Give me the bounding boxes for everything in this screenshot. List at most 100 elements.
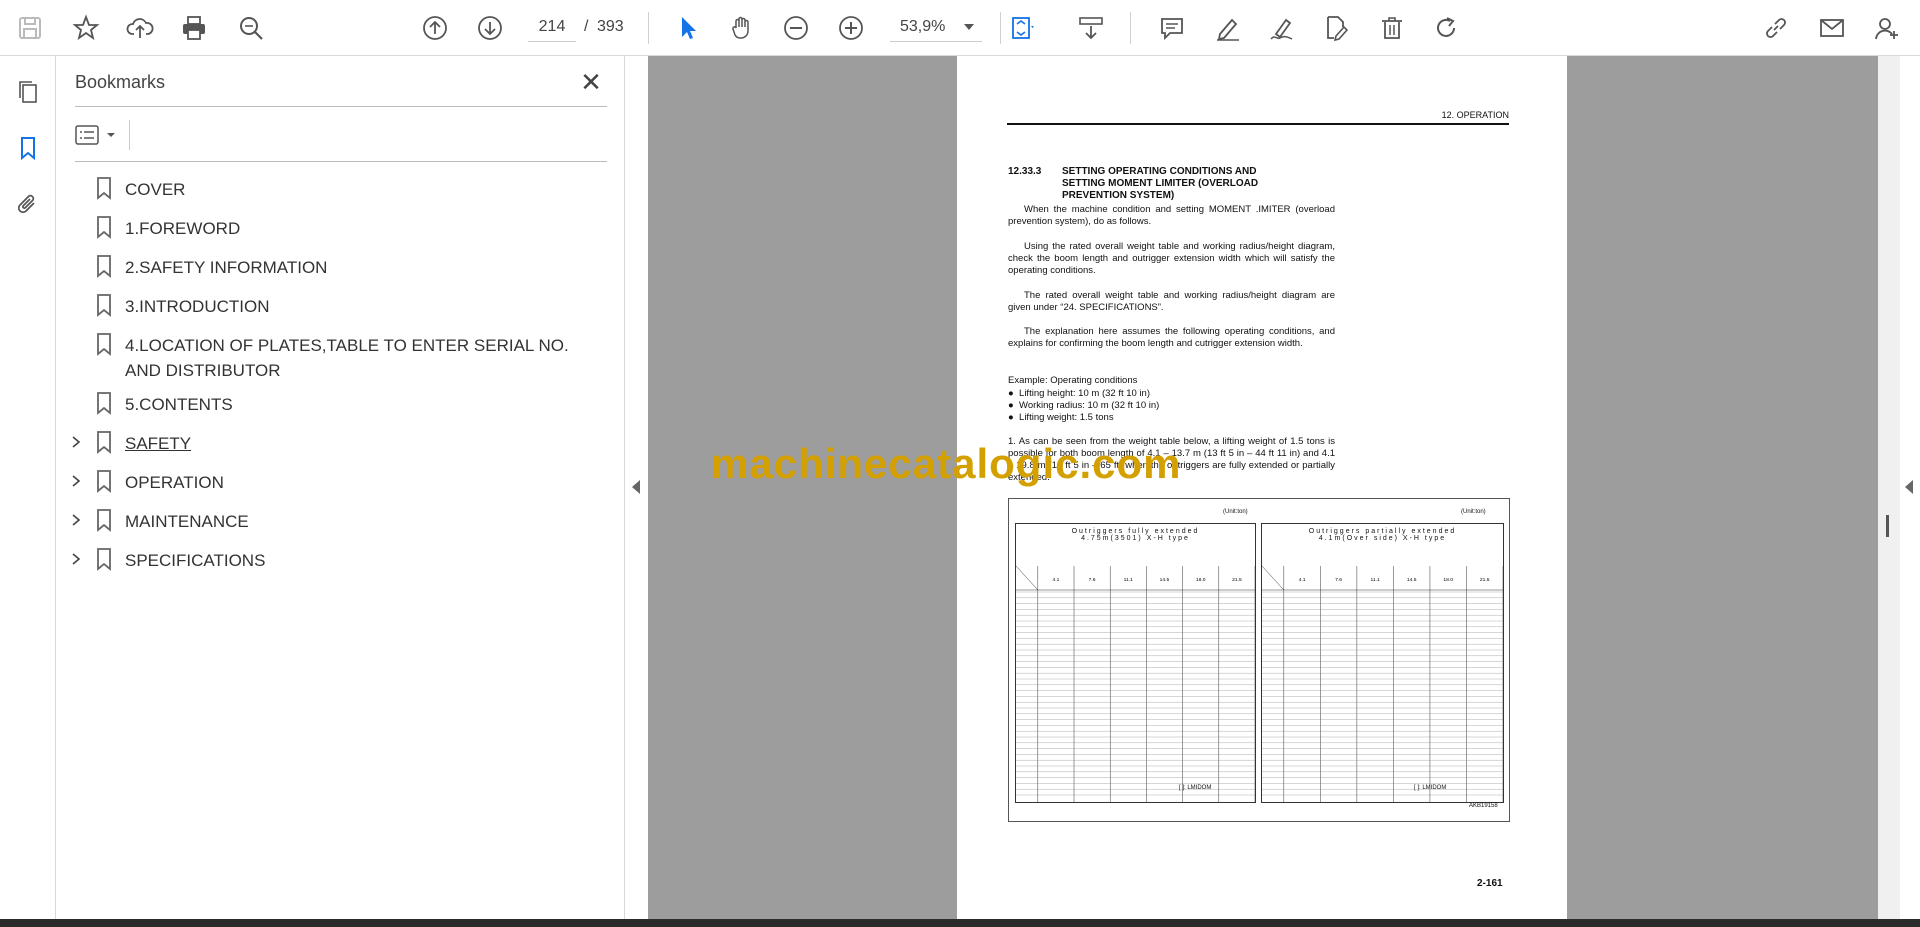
- left-navigation-rail: [0, 56, 56, 919]
- share-link-icon[interactable]: [1758, 10, 1794, 46]
- scrollbar-thumb[interactable]: [1886, 515, 1889, 537]
- page-fit-icon[interactable]: [1004, 10, 1040, 46]
- next-page-icon[interactable]: [472, 10, 508, 46]
- section-title: SETTING OPERATING CONDITIONS AND SETTING…: [1062, 166, 1259, 201]
- chevron-right-icon[interactable]: [71, 434, 83, 448]
- paragraph: The rated overall weight table and worki…: [1008, 290, 1335, 313]
- paragraph: Using the rated overall weight table and…: [1008, 241, 1335, 276]
- example-title: Example: Operating conditions: [1008, 375, 1138, 386]
- close-icon[interactable]: ✕: [577, 68, 605, 96]
- bookmark-icon: [95, 469, 115, 493]
- bookmark-icon: [95, 176, 115, 200]
- table-title: Outriggers partially extended 4.1m(Over s…: [1262, 528, 1503, 542]
- zoom-level-select[interactable]: 53,9%: [890, 12, 982, 42]
- boom-length-header: 11.1: [1124, 577, 1133, 583]
- print-icon[interactable]: [176, 10, 212, 46]
- chevron-down-icon: [964, 24, 974, 30]
- hand-tool-icon[interactable]: [724, 10, 760, 46]
- bookmark-panel-icon[interactable]: [12, 132, 44, 164]
- taskbar-strip: [0, 919, 1920, 927]
- bookmark-icon: [95, 391, 115, 415]
- bookmark-label: COVER: [125, 180, 186, 199]
- bullet-text: Lifting weight: 1.5 tons: [1019, 412, 1114, 423]
- bookmark-options-button[interactable]: [75, 118, 123, 152]
- table-footnote: [ ]: LMIDOM: [1414, 785, 1447, 791]
- page-number-input[interactable]: [528, 12, 576, 42]
- zoom-out-icon[interactable]: [778, 10, 814, 46]
- bookmark-icon: [95, 293, 115, 317]
- bullet-text: Working radius: 10 m (32 ft 10 in): [1019, 400, 1160, 411]
- boom-length-header: 11.1: [1371, 577, 1380, 583]
- bookmark-label: 2.SAFETY INFORMATION: [125, 258, 328, 277]
- bookmark-icon: [95, 332, 115, 356]
- boom-length-header: 21.5: [1232, 577, 1242, 583]
- bullet-item: ● Lifting weight: 1.5 tons: [1008, 412, 1114, 423]
- table-footnote: [ ]: LMIDOM: [1179, 785, 1212, 791]
- unit-label: (Unit:ton): [1223, 509, 1248, 515]
- bookmark-label: SPECIFICATIONS: [125, 551, 266, 570]
- bookmark-label: SAFETY: [125, 434, 192, 453]
- toolbar: / 393 53,9%: [0, 0, 1920, 56]
- page-thumbnails-icon[interactable]: [12, 76, 44, 108]
- table-title-text: Outriggers partially extended: [1308, 528, 1457, 535]
- table-grid: 4.1 7.6 11.1 14.5 18.0 21.5: [1016, 566, 1255, 802]
- table-title: Outriggers fully extended 4.75m(3501) X-H…: [1016, 528, 1255, 542]
- divider: [75, 106, 607, 107]
- edit-document-icon[interactable]: [1318, 10, 1354, 46]
- bookmark-icon: [95, 215, 115, 239]
- save-icon[interactable]: [12, 10, 48, 46]
- page-number: 2-161: [1477, 878, 1503, 889]
- paragraph: When the machine condition and setting M…: [1008, 204, 1335, 227]
- chevron-right-icon[interactable]: [71, 551, 83, 565]
- toolbar-divider: [1130, 12, 1131, 44]
- divider: [129, 120, 130, 150]
- paragraph: The explanation here assumes the followi…: [1008, 326, 1335, 349]
- bookmark-icon: [95, 547, 115, 571]
- select-cursor-icon[interactable]: [670, 10, 706, 46]
- weight-table-left: Outriggers fully extended 4.75m(3501) X-H…: [1015, 523, 1256, 803]
- draw-signature-icon[interactable]: [1264, 10, 1300, 46]
- account-icon[interactable]: [1868, 10, 1904, 46]
- right-panel-toggle[interactable]: [1900, 56, 1920, 919]
- bookmark-label: MAINTENANCE: [125, 512, 249, 531]
- list-options-icon: [75, 125, 99, 145]
- vertical-scrollbar[interactable]: [1878, 56, 1900, 919]
- upload-cloud-icon[interactable]: [122, 10, 158, 46]
- bookmark-icon: [95, 254, 115, 278]
- email-icon[interactable]: [1814, 10, 1850, 46]
- redo-rotate-icon[interactable]: [1428, 10, 1464, 46]
- zoom-in-icon[interactable]: [833, 10, 869, 46]
- toolbar-divider: [648, 12, 649, 44]
- boom-length-header: 21.5: [1480, 577, 1490, 583]
- page-separator: /: [584, 18, 589, 35]
- star-icon[interactable]: [68, 10, 104, 46]
- attachment-icon[interactable]: [12, 188, 44, 220]
- scroll-mode-icon[interactable]: [1073, 10, 1109, 46]
- highlight-pen-icon[interactable]: [1210, 10, 1246, 46]
- previous-page-icon[interactable]: [417, 10, 453, 46]
- delete-trash-icon[interactable]: [1374, 10, 1410, 46]
- zoom-search-icon[interactable]: [233, 10, 269, 46]
- panel-title: Bookmarks: [75, 72, 166, 92]
- bookmark-icon: [95, 508, 115, 532]
- page-header: 12. OPERATION: [1441, 110, 1509, 120]
- comment-icon[interactable]: [1154, 10, 1190, 46]
- boom-length-header: 7.6: [1089, 577, 1096, 583]
- collapse-panel-button[interactable]: [626, 56, 648, 919]
- bookmark-label: 5.CONTENTS: [125, 395, 233, 414]
- page-total: 393: [597, 18, 624, 35]
- chevron-left-icon: [1905, 480, 1913, 494]
- bookmark-label: 4.LOCATION OF PLATES,TABLE TO ENTER SERI…: [125, 336, 569, 380]
- boom-length-header: 18.0: [1443, 577, 1453, 583]
- table-subtitle: 4.75m(3501) X-H type: [1081, 535, 1190, 542]
- boom-length-header: 4.1: [1052, 577, 1059, 583]
- chevron-right-icon[interactable]: [71, 512, 83, 526]
- table-title-text: Outriggers fully extended: [1071, 528, 1200, 535]
- boom-length-header: 14.5: [1160, 577, 1170, 583]
- bookmarks-panel: Bookmarks ✕ COVER 1.FOREWORD 2.SAFETY INFO…: [57, 56, 625, 919]
- figure-id: AKB19158: [1469, 803, 1498, 809]
- chevron-right-icon[interactable]: [71, 473, 83, 487]
- unit-label: (Unit:ton): [1461, 509, 1486, 515]
- toolbar-divider: [1000, 12, 1001, 44]
- bookmark-label: 3.INTRODUCTION: [125, 297, 270, 316]
